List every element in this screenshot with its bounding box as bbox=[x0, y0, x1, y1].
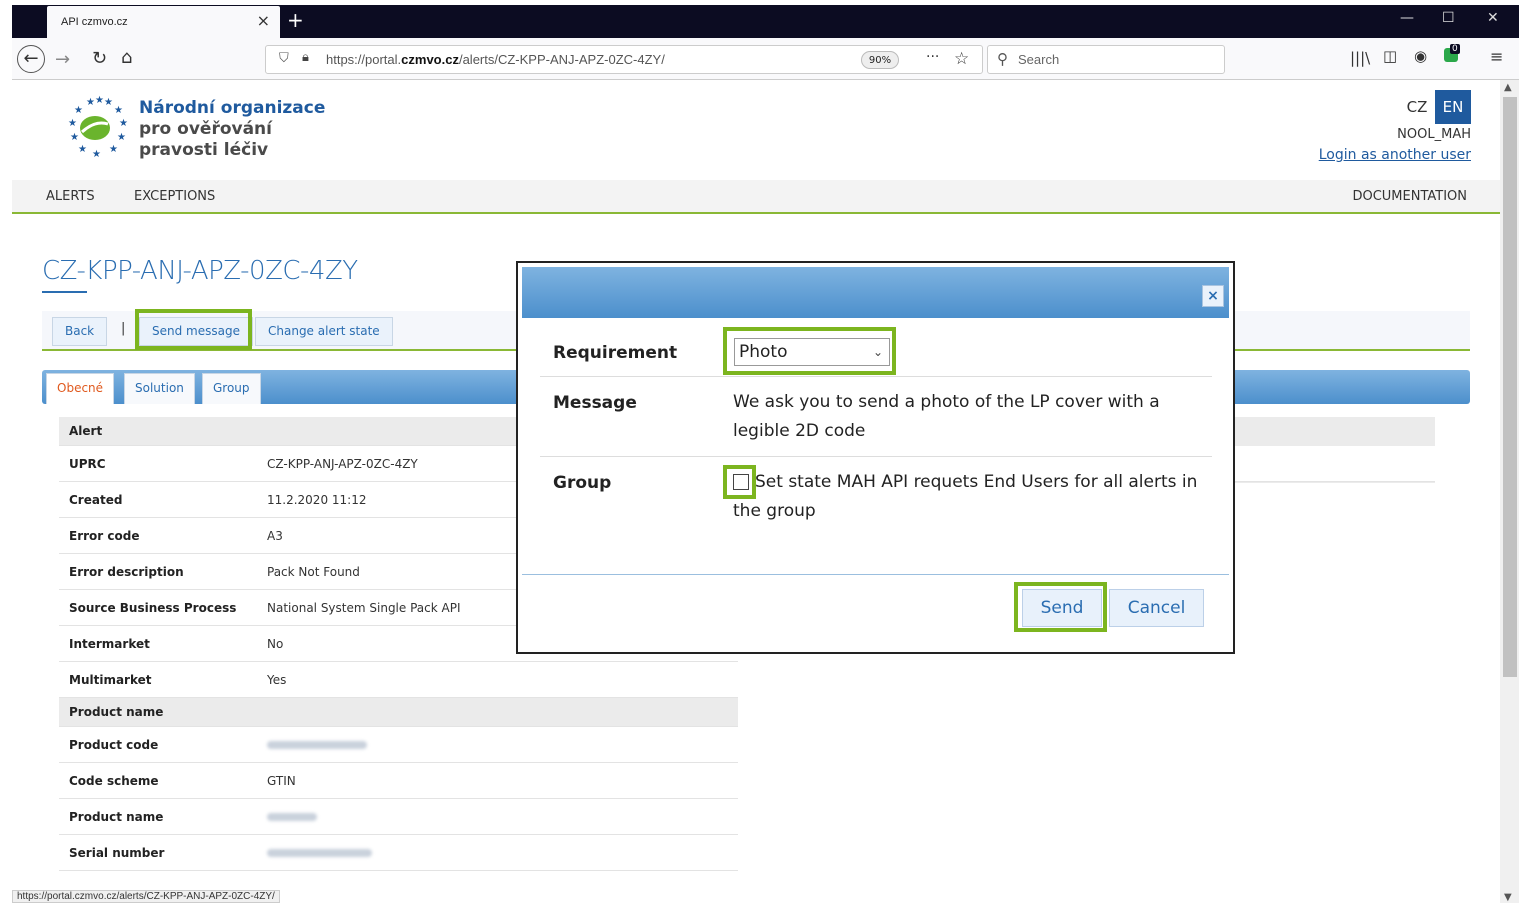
tab-close-icon[interactable]: × bbox=[257, 11, 270, 30]
send-message-highlight bbox=[135, 309, 252, 350]
close-icon[interactable]: × bbox=[1202, 285, 1224, 307]
maximize-icon[interactable]: ☐ bbox=[1442, 10, 1455, 26]
status-bar: https://portal.czmvo.cz/alerts/CZ-KPP-AN… bbox=[12, 890, 280, 903]
change-alert-state-button[interactable]: Change alert state bbox=[255, 317, 393, 346]
org-name-line1: Národní organizace bbox=[139, 98, 326, 118]
svg-text:★: ★ bbox=[78, 144, 87, 155]
scroll-up-icon[interactable]: ▲ bbox=[1504, 82, 1512, 93]
page-title: CZ-KPP-ANJ-APZ-0ZC-4ZY bbox=[42, 256, 358, 286]
svg-text:★: ★ bbox=[117, 132, 126, 143]
menu-icon[interactable]: ≡ bbox=[1490, 47, 1503, 66]
back-icon[interactable]: ← bbox=[17, 45, 45, 73]
svg-text:★: ★ bbox=[86, 97, 95, 108]
tab-solution[interactable]: Solution bbox=[124, 373, 195, 404]
message-label: Message bbox=[553, 393, 637, 413]
dialog-footer-divider bbox=[522, 574, 1229, 575]
search-placeholder: Search bbox=[1018, 52, 1060, 67]
redacted-value bbox=[267, 849, 372, 857]
table-row: Multimarket Yes bbox=[59, 662, 738, 698]
group-label: Group bbox=[553, 473, 612, 493]
checkbox-highlight bbox=[723, 465, 756, 499]
browser-tab[interactable]: API czmvo.cz × bbox=[47, 6, 280, 38]
dialog-header: × bbox=[522, 267, 1229, 318]
bookmark-star-icon[interactable]: ☆ bbox=[954, 49, 969, 69]
close-window-icon[interactable]: ✕ bbox=[1487, 10, 1499, 26]
forward-icon[interactable]: → bbox=[55, 49, 70, 70]
svg-text:★: ★ bbox=[95, 95, 104, 106]
redacted-value bbox=[267, 741, 367, 749]
svg-text:★: ★ bbox=[68, 118, 77, 129]
group-checkbox-text[interactable]: Set state MAH API requets End Users for … bbox=[733, 468, 1203, 526]
url-bar[interactable]: ⛉ 🔒︎ https://portal.czmvo.cz/alerts/CZ-K… bbox=[265, 45, 983, 74]
username: NOOL_MAH bbox=[1397, 127, 1471, 142]
search-box[interactable]: ⚲ Search bbox=[987, 45, 1225, 74]
svg-text:★: ★ bbox=[109, 144, 118, 155]
action-separator: | bbox=[121, 321, 126, 336]
title-underline bbox=[42, 291, 87, 293]
redacted-value bbox=[267, 813, 317, 821]
new-tab-icon[interactable]: + bbox=[287, 8, 304, 32]
svg-text:★: ★ bbox=[119, 118, 128, 129]
page-actions-icon[interactable]: ··· bbox=[926, 49, 939, 65]
main-nav: ALERTS EXCEPTIONS DOCUMENTATION bbox=[12, 180, 1500, 214]
svg-text:★: ★ bbox=[104, 97, 113, 108]
message-text: We ask you to send a photo of the LP cov… bbox=[733, 392, 1160, 441]
tab-obecne[interactable]: Obecné bbox=[46, 373, 115, 404]
org-name-line2: pro ověřování bbox=[139, 119, 272, 139]
sidebar-icon[interactable]: ◫ bbox=[1383, 47, 1397, 65]
lang-cz-button[interactable]: CZ bbox=[1401, 90, 1433, 124]
svg-text:★: ★ bbox=[70, 132, 79, 143]
org-name-line3: pravosti léčiv bbox=[139, 140, 269, 160]
minimize-icon[interactable]: — bbox=[1400, 10, 1414, 26]
tab-title: API czmvo.cz bbox=[61, 16, 128, 28]
requirement-highlight bbox=[723, 327, 896, 375]
library-icon[interactable]: |||\ bbox=[1350, 49, 1370, 67]
table-row: Product name bbox=[59, 799, 738, 835]
login-as-another-user-link[interactable]: Login as another user bbox=[1319, 147, 1471, 163]
message-row: Message We ask you to send a photo of th… bbox=[540, 377, 1212, 457]
send-message-dialog: × Requirement Photo ⌄ Message We ask you… bbox=[516, 261, 1235, 654]
extension-icon[interactable]: 0 bbox=[1440, 44, 1460, 66]
back-button[interactable]: Back bbox=[52, 317, 108, 346]
lang-en-button[interactable]: EN bbox=[1435, 90, 1471, 124]
scrollbar-thumb[interactable] bbox=[1503, 97, 1517, 677]
svg-text:★: ★ bbox=[74, 105, 83, 116]
table-row: Product code bbox=[59, 727, 738, 763]
lock-icon[interactable]: 🔒︎ bbox=[302, 50, 309, 65]
nav-exceptions[interactable]: EXCEPTIONS bbox=[134, 189, 215, 204]
requirement-label: Requirement bbox=[553, 343, 678, 363]
account-icon[interactable]: ◉ bbox=[1414, 47, 1427, 65]
zoom-level[interactable]: 90% bbox=[861, 51, 899, 69]
svg-text:★: ★ bbox=[114, 105, 123, 116]
section-header-product: Product name bbox=[59, 698, 738, 727]
search-icon: ⚲ bbox=[997, 51, 1008, 68]
home-icon[interactable]: ⌂ bbox=[121, 47, 132, 68]
send-highlight bbox=[1014, 582, 1107, 632]
logo-icon: ★ ★ ★ ★ ★ ★ ★ ★ ★ ★ ★ ★ bbox=[68, 95, 128, 160]
scroll-down-icon[interactable]: ▼ bbox=[1504, 892, 1512, 903]
shield-icon[interactable]: ⛉ bbox=[279, 51, 289, 66]
url-text[interactable]: https://portal.czmvo.cz/alerts/CZ-KPP-AN… bbox=[326, 52, 665, 67]
reload-icon[interactable]: ↻ bbox=[92, 48, 107, 69]
table-row: Serial number bbox=[59, 835, 738, 871]
nav-alerts[interactable]: ALERTS bbox=[46, 189, 95, 204]
nav-documentation[interactable]: DOCUMENTATION bbox=[1352, 189, 1467, 204]
group-row: Group Set state MAH API requets End User… bbox=[540, 457, 1212, 549]
cancel-button[interactable]: Cancel bbox=[1109, 589, 1204, 627]
svg-text:★: ★ bbox=[92, 149, 101, 160]
org-name: Národní organizace pro ověřování pravost… bbox=[139, 98, 325, 161]
table-row: Code scheme GTIN bbox=[59, 763, 738, 799]
tab-group[interactable]: Group bbox=[202, 373, 261, 404]
